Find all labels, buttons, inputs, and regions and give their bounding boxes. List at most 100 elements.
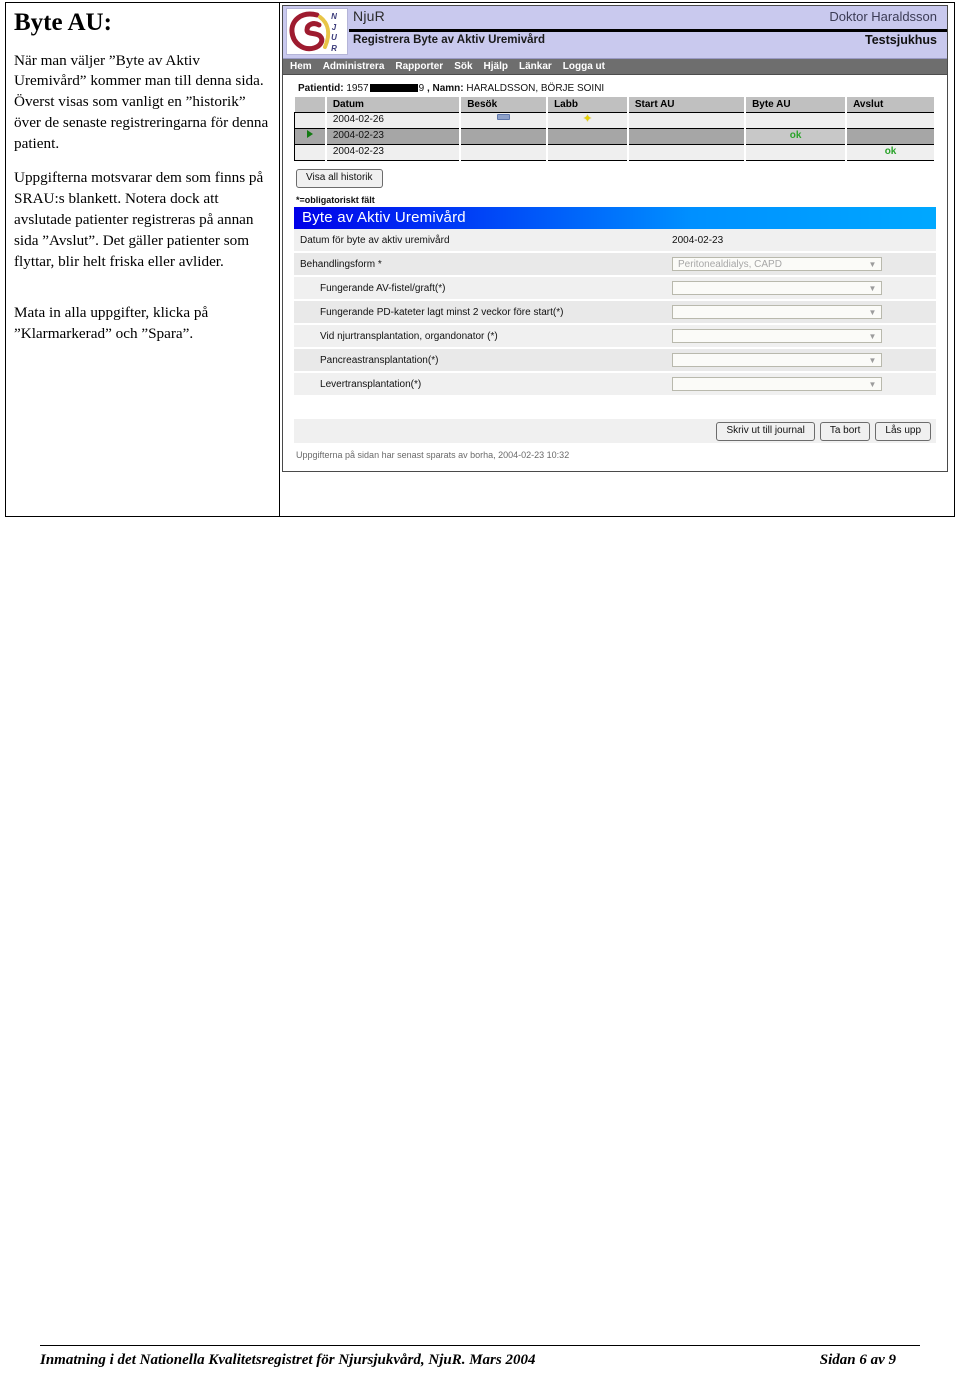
chevron-down-icon: ▼ xyxy=(868,356,877,365)
explanation-cell: Byte AU: När man väljer ”Byte av Aktiv U… xyxy=(4,2,281,517)
form-label-datum: Datum för byte av aktiv uremivård xyxy=(300,234,450,246)
last-saved-note: Uppgifterna på sidan har senast sparats … xyxy=(296,450,570,460)
star-icon: ✦ xyxy=(582,113,593,125)
form-row-pd-kateter: Fungerande PD-kateter lagt minst 2 vecko… xyxy=(294,301,937,325)
menu-item-hem[interactable]: Hem xyxy=(286,61,319,72)
pd-kateter-select[interactable]: ▼ xyxy=(672,305,883,319)
form-label-organdonator: Vid njurtransplantation, organdonator (*… xyxy=(320,330,498,342)
col-header-start-au[interactable]: Start AU xyxy=(627,97,747,113)
col-header-byte-au[interactable]: Byte AU xyxy=(745,97,848,113)
col-header-labb[interactable]: Labb xyxy=(547,97,629,113)
row-besok[interactable] xyxy=(459,112,549,129)
form-row-av-fistel: Fungerande AV-fistel/graft(*) ▼ xyxy=(294,277,937,301)
app-banner: NJUR NjuR Registrera Byte av Aktiv Uremi… xyxy=(283,6,948,59)
row-datum: 2004-02-23 xyxy=(325,144,462,161)
registration-form: Datum för byte av aktiv uremivård 2004-0… xyxy=(294,229,937,419)
table-row[interactable]: 2004-02-23 ok xyxy=(294,144,937,161)
row-byte-au xyxy=(744,144,848,161)
banner-divider xyxy=(349,29,948,32)
menu-item-hjalp[interactable]: Hjälp xyxy=(480,61,515,72)
patient-name-label: , Namn: xyxy=(426,83,464,94)
form-row-levertransplantation: Levertransplantation(*) ▼ xyxy=(294,373,937,397)
form-label-levertransplantation: Levertransplantation(*) xyxy=(320,378,422,390)
table-row[interactable]: 2004-02-26 ✦ xyxy=(294,112,937,129)
application-window: NJUR NjuR Registrera Byte av Aktiv Uremi… xyxy=(282,5,949,472)
form-label-pancreastransplantation: Pancreastransplantation(*) xyxy=(320,354,439,366)
col-header-datum[interactable]: Datum xyxy=(325,97,462,113)
form-row-behandlingsform: Behandlingsform * Peritonealdialys, CAPD… xyxy=(294,253,937,277)
row-datum: 2004-02-26 xyxy=(325,112,462,129)
menu-item-lankar[interactable]: Länkar xyxy=(515,61,559,72)
row-start-au xyxy=(627,144,747,161)
hospital-name: Testsjukhus xyxy=(865,33,938,47)
row-byte-au xyxy=(744,112,848,129)
screenshot-cell: NJUR NjuR Registrera Byte av Aktiv Uremi… xyxy=(279,2,955,517)
brand-name: NjuR xyxy=(353,8,385,24)
row-avslut[interactable]: ok xyxy=(845,144,937,161)
patient-name-value: HARALDSSON, BÖRJE SOINI xyxy=(466,83,605,94)
history-table: Datum Besök Labb Start AU Byte AU Avslut… xyxy=(294,97,937,161)
show-all-history-button[interactable]: Visa all historik xyxy=(296,169,383,188)
row-marker-cell xyxy=(294,144,327,161)
chevron-down-icon: ▼ xyxy=(868,308,877,317)
form-spacer xyxy=(294,397,937,419)
status-badge: ok xyxy=(789,130,802,141)
explanation-paragraph-1: När man väljer ”Byte av Aktiv Uremivård”… xyxy=(14,51,269,153)
chevron-down-icon: ▼ xyxy=(868,380,877,389)
row-marker-cell xyxy=(294,112,327,129)
row-byte-au[interactable]: ok xyxy=(744,128,848,145)
patient-id-value-end: 9 xyxy=(418,83,425,94)
redaction-bar xyxy=(369,84,418,92)
dash-icon xyxy=(497,114,511,120)
av-fistel-select[interactable]: ▼ xyxy=(672,281,883,295)
logo-letters: NJUR xyxy=(331,12,337,53)
row-labb[interactable]: ✦ xyxy=(546,112,629,129)
menu-item-rapporter[interactable]: Rapporter xyxy=(391,61,450,72)
menu-item-sok[interactable]: Sök xyxy=(450,61,479,72)
explanation-paragraph-2: Uppgifterna motsvarar dem som finns på S… xyxy=(14,169,264,271)
patient-identification: Patientid: 1957 9 , Namn: HARALDSSON, BÖR… xyxy=(294,81,936,97)
row-labb xyxy=(546,128,629,145)
row-marker-cell xyxy=(294,128,327,145)
play-triangle-icon xyxy=(306,130,313,138)
print-to-journal-button[interactable]: Skriv ut till journal xyxy=(716,421,815,441)
menu-item-administrera[interactable]: Administrera xyxy=(319,61,392,72)
chevron-down-icon: ▼ xyxy=(868,284,877,293)
page-title: Byte AU: xyxy=(14,9,112,36)
menu-item-logga-ut[interactable]: Logga ut xyxy=(559,61,612,72)
form-label-av-fistel: Fungerande AV-fistel/graft(*) xyxy=(320,282,446,294)
table-row[interactable]: 2004-02-23 ok xyxy=(294,128,937,145)
history-header-row: Datum Besök Labb Start AU Byte AU Avslut xyxy=(294,97,937,113)
patient-id-value-start: 1957 xyxy=(346,83,369,94)
chevron-down-icon: ▼ xyxy=(868,260,877,269)
page-layout-table: Byte AU: När man väljer ”Byte av Aktiv U… xyxy=(4,2,955,517)
row-datum: 2004-02-23 xyxy=(325,128,462,145)
status-badge: ok xyxy=(884,146,897,157)
col-header-marker xyxy=(294,97,327,113)
app-content: Patientid: 1957 9 , Namn: HARALDSSON, BÖR… xyxy=(283,75,948,467)
form-row-pancreastransplantation: Pancreastransplantation(*) ▼ xyxy=(294,349,937,373)
patient-id-label: Patientid: xyxy=(298,83,344,94)
section-title: Byte av Aktiv Uremivård xyxy=(294,207,937,229)
form-label-pd-kateter: Fungerande PD-kateter lagt minst 2 vecko… xyxy=(320,306,564,318)
col-header-avslut[interactable]: Avslut xyxy=(846,97,937,113)
form-value-datum: 2004-02-23 xyxy=(672,234,724,246)
footer-page-number: Sidan 6 av 9 xyxy=(819,1352,896,1368)
row-avslut xyxy=(845,112,937,129)
form-row-organdonator: Vid njurtransplantation, organdonator (*… xyxy=(294,325,937,349)
footer-left-text: Inmatning i det Nationella Kvalitetsregi… xyxy=(40,1352,536,1368)
form-row-datum: Datum för byte av aktiv uremivård 2004-0… xyxy=(294,229,937,253)
form-action-bar: Skriv ut till journal Ta bort Lås upp xyxy=(294,419,937,443)
pancreastransplantation-select[interactable]: ▼ xyxy=(672,353,883,367)
behandlingsform-select[interactable]: Peritonealdialys, CAPD ▼ xyxy=(672,257,883,271)
form-label-behandlingsform: Behandlingsform * xyxy=(300,258,382,270)
row-besok xyxy=(459,144,549,161)
col-header-besok[interactable]: Besök xyxy=(460,97,549,113)
required-field-note: *=obligatoriskt fält xyxy=(296,195,375,205)
window-bottom-strip xyxy=(283,467,948,471)
row-start-au xyxy=(627,112,747,129)
delete-button[interactable]: Ta bort xyxy=(819,421,871,441)
unlock-button[interactable]: Lås upp xyxy=(875,421,932,441)
levertransplantation-select[interactable]: ▼ xyxy=(672,377,883,391)
organdonator-select[interactable]: ▼ xyxy=(672,329,883,343)
